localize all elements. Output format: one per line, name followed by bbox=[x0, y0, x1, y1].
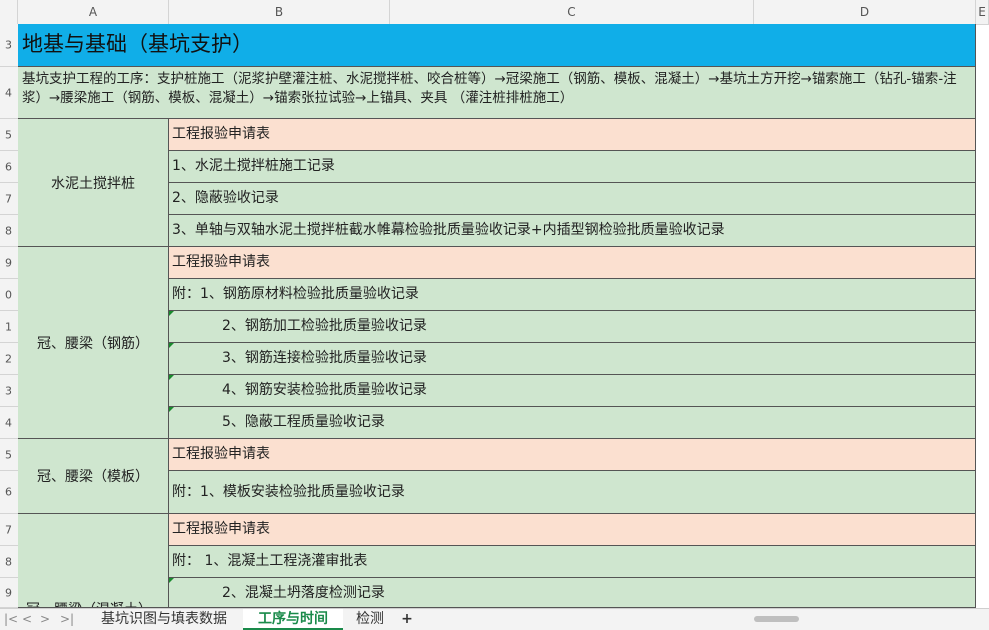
sheet-title[interactable]: 地基与基础（基坑支护） bbox=[18, 24, 976, 67]
row-header[interactable]: 3 bbox=[0, 24, 18, 67]
item-cell[interactable]: 工程报验申请表 bbox=[169, 119, 976, 151]
row-header[interactable]: 6 bbox=[0, 151, 18, 183]
column-header-bar: A B C D E bbox=[0, 0, 989, 25]
row-header[interactable]: 5 bbox=[0, 439, 18, 471]
item-cell[interactable]: 附：1、钢筋原材料检验批质量验收记录 bbox=[169, 279, 976, 311]
last-sheet-icon[interactable]: >| bbox=[60, 609, 74, 630]
item-cell[interactable]: 2、混凝土坍落度检测记录 bbox=[169, 578, 976, 608]
group-label-mixing-pile[interactable]: 水泥土搅拌桩 bbox=[18, 119, 169, 247]
horizontal-scrollbar[interactable] bbox=[754, 616, 799, 622]
row-header[interactable]: 3 bbox=[0, 375, 18, 407]
row-header[interactable]: 2 bbox=[0, 343, 18, 375]
row-header[interactable]: 7 bbox=[0, 514, 18, 546]
sheet-tab-inspection[interactable]: 检测 bbox=[346, 609, 394, 630]
comment-marker-icon bbox=[169, 578, 174, 583]
item-cell[interactable]: 2、钢筋加工检验批质量验收记录 bbox=[169, 311, 976, 343]
row-header[interactable]: 4 bbox=[0, 67, 18, 119]
row-header[interactable]: 4 bbox=[0, 407, 18, 439]
row-header[interactable]: 1 bbox=[0, 311, 18, 343]
comment-marker-icon bbox=[169, 311, 174, 316]
prev-sheet-icon[interactable]: < bbox=[22, 609, 32, 630]
add-sheet-button[interactable]: + bbox=[397, 609, 417, 630]
comment-marker-icon bbox=[169, 375, 174, 380]
row-header[interactable]: 7 bbox=[0, 183, 18, 215]
group-label-formwork[interactable]: 冠、腰梁（模板） bbox=[18, 439, 169, 514]
sheet-tab-bar: |< < > >| 基坑识图与填表数据 工序与时间 检测 + bbox=[0, 608, 989, 630]
item-cell[interactable]: 1、水泥土搅拌桩施工记录 bbox=[169, 151, 976, 183]
column-header-d[interactable]: D bbox=[754, 0, 976, 24]
row-header[interactable]: 0 bbox=[0, 279, 18, 311]
select-all-corner[interactable] bbox=[0, 0, 18, 24]
sheet-tab-drawing-data[interactable]: 基坑识图与填表数据 bbox=[88, 609, 240, 630]
row-header[interactable]: 5 bbox=[0, 119, 18, 151]
item-cell[interactable]: 工程报验申请表 bbox=[169, 439, 976, 471]
row-header[interactable]: 9 bbox=[0, 578, 18, 608]
item-cell[interactable]: 3、钢筋连接检验批质量验收记录 bbox=[169, 343, 976, 375]
next-sheet-icon[interactable]: > bbox=[40, 609, 50, 630]
item-cell[interactable]: 5、隐蔽工程质量验收记录 bbox=[169, 407, 976, 439]
column-header-e[interactable]: E bbox=[976, 0, 989, 24]
item-cell[interactable]: 附： 1、混凝土工程浇灌审批表 bbox=[169, 546, 976, 578]
process-description[interactable]: 基坑支护工程的工序：支护桩施工（泥浆护壁灌注桩、水泥搅拌桩、咬合桩等）→冠梁施工… bbox=[18, 67, 976, 119]
group-label-concrete[interactable]: 冠、腰梁（混凝土） bbox=[18, 514, 169, 608]
group-label-rebar[interactable]: 冠、腰梁（钢筋） bbox=[18, 247, 169, 439]
row-header[interactable]: 6 bbox=[0, 471, 18, 514]
row-header[interactable]: 8 bbox=[0, 215, 18, 247]
item-cell[interactable]: 4、钢筋安装检验批质量验收记录 bbox=[169, 375, 976, 407]
comment-marker-icon bbox=[169, 343, 174, 348]
item-cell[interactable]: 附：1、模板安装检验批质量验收记录 bbox=[169, 471, 976, 514]
column-header-b[interactable]: B bbox=[169, 0, 390, 24]
comment-marker-icon bbox=[169, 407, 174, 412]
column-header-a[interactable]: A bbox=[18, 0, 169, 24]
item-cell[interactable]: 工程报验申请表 bbox=[169, 247, 976, 279]
item-cell[interactable]: 2、隐蔽验收记录 bbox=[169, 183, 976, 215]
sheet-tab-process-time[interactable]: 工序与时间 bbox=[243, 609, 343, 630]
row-header[interactable]: 8 bbox=[0, 546, 18, 578]
column-header-c[interactable]: C bbox=[390, 0, 754, 24]
item-cell[interactable]: 3、单轴与双轴水泥土搅拌桩截水帷幕检验批质量验收记录+内插型钢检验批质量验收记录 bbox=[169, 215, 976, 247]
row-header[interactable]: 9 bbox=[0, 247, 18, 279]
item-cell[interactable]: 工程报验申请表 bbox=[169, 514, 976, 546]
first-sheet-icon[interactable]: |< bbox=[4, 609, 18, 630]
